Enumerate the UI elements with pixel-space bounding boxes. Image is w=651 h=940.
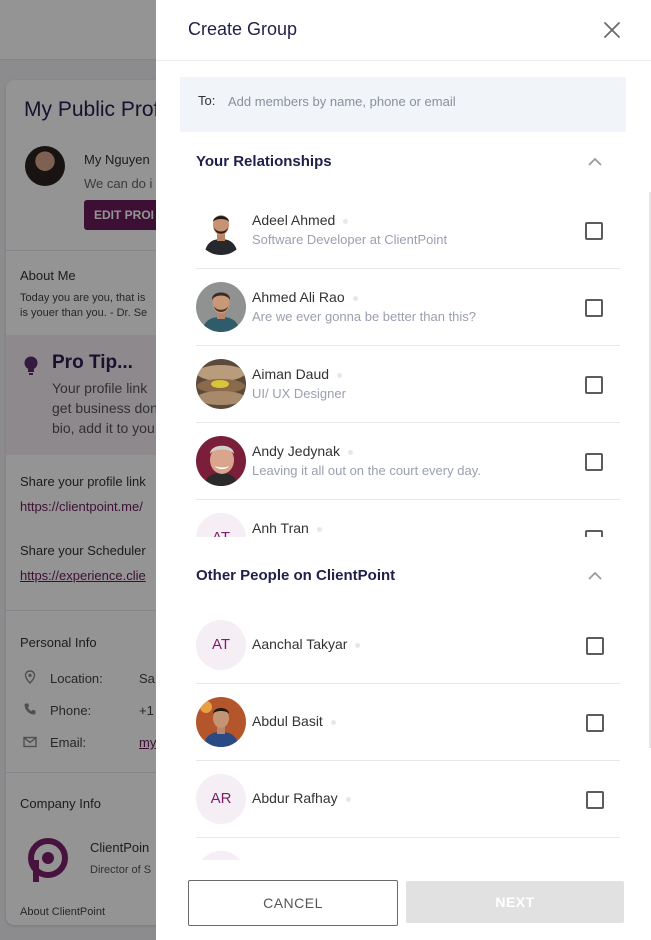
presence-dot [352, 295, 358, 301]
cancel-button[interactable]: CANCEL [188, 880, 398, 926]
member-search-input[interactable] [228, 89, 608, 113]
select-checkbox[interactable] [586, 791, 604, 809]
relationship-row[interactable]: Aiman Daud UI/ UX Designer [196, 346, 620, 423]
drawer-title: Create Group [188, 19, 298, 39]
contact-name: Aanchal Takyar [252, 636, 361, 652]
relationship-row[interactable]: Andy Jedynak Leaving it all out on the c… [196, 423, 620, 500]
contact-name-text: Ahmed Ali Rao [252, 289, 345, 305]
avatar-initials: AR [196, 774, 246, 824]
avatar [196, 282, 246, 332]
contact-name-text: Aiman Daud [252, 366, 330, 382]
select-checkbox[interactable] [585, 376, 603, 394]
avatar [196, 205, 246, 255]
contact-name: Adeel Ahmed [252, 212, 349, 228]
close-icon[interactable] [600, 18, 624, 42]
person-row[interactable]: AT Aanchal Takyar [196, 607, 620, 684]
drawer-footer: CANCEL NEXT [156, 860, 651, 940]
person-row[interactable] [196, 838, 620, 860]
contact-name: Andy Jedynak [252, 443, 353, 459]
avatar-initials: AT [196, 620, 246, 670]
avatar [196, 697, 246, 747]
recipients-field[interactable]: To: [180, 77, 626, 132]
relationship-row[interactable]: AT Anh Tran [196, 500, 620, 537]
contact-name-text: Abdur Rafhay [252, 790, 338, 806]
presence-dot [347, 449, 353, 455]
presence-dot [337, 372, 343, 378]
presence-dot [345, 796, 351, 802]
others-list: AT Aanchal Takyar Abdul Basit AR Abdur R… [156, 607, 651, 860]
select-checkbox[interactable] [585, 299, 603, 317]
relationship-row[interactable]: Adeel Ahmed Software Developer at Client… [196, 192, 620, 269]
select-checkbox[interactable] [585, 453, 603, 471]
contact-subtitle: Leaving it all out on the court every da… [252, 463, 481, 478]
presence-dot [343, 218, 349, 224]
avatar [196, 359, 246, 409]
contact-name: Abdur Rafhay [252, 790, 351, 806]
relationships-section-header[interactable]: Your Relationships [196, 147, 626, 177]
relationships-section-title: Your Relationships [196, 153, 332, 170]
presence-dot [316, 526, 322, 532]
relationships-list: Adeel Ahmed Software Developer at Client… [156, 192, 651, 537]
contact-name-text: Adeel Ahmed [252, 212, 336, 228]
contact-subtitle: UI/ UX Designer [252, 386, 346, 401]
contact-subtitle: Software Developer at ClientPoint [252, 232, 448, 247]
select-checkbox[interactable] [585, 222, 603, 240]
avatar-initials: AT [196, 513, 246, 537]
select-checkbox[interactable] [586, 714, 604, 732]
presence-dot [355, 642, 361, 648]
chevron-up-icon[interactable] [586, 567, 604, 585]
contact-name: Abdul Basit [252, 713, 336, 729]
others-section-title: Other People on ClientPoint [196, 567, 396, 584]
create-group-drawer: Create Group To: Your Relationships [156, 0, 651, 940]
person-row[interactable]: Abdul Basit [196, 684, 620, 761]
select-checkbox[interactable] [586, 637, 604, 655]
contact-name: Ahmed Ali Rao [252, 289, 358, 305]
to-label: To: [198, 93, 216, 108]
contact-name-text: Andy Jedynak [252, 443, 340, 459]
relationship-row[interactable]: Ahmed Ali Rao Are we ever gonna be bette… [196, 269, 620, 346]
next-button[interactable]: NEXT [406, 881, 624, 923]
avatar-initials [196, 851, 246, 860]
presence-dot [330, 719, 336, 725]
contact-name-text: Anh Tran [252, 520, 309, 536]
contact-subtitle: Are we ever gonna be better than this? [252, 309, 477, 324]
contact-name-text: Aanchal Takyar [252, 636, 348, 652]
others-section-header[interactable]: Other People on ClientPoint [196, 561, 626, 591]
avatar [196, 436, 246, 486]
chevron-up-icon[interactable] [586, 153, 604, 171]
select-checkbox[interactable] [585, 530, 603, 537]
contact-name: Anh Tran [252, 520, 322, 536]
person-row[interactable]: AR Abdur Rafhay [196, 761, 620, 838]
contact-name-text: Abdul Basit [252, 713, 323, 729]
drawer-header: Create Group [156, 0, 651, 61]
members-list[interactable]: Your Relationships Adeel Ahmed Software … [156, 132, 651, 860]
contact-name: Aiman Daud [252, 366, 343, 382]
